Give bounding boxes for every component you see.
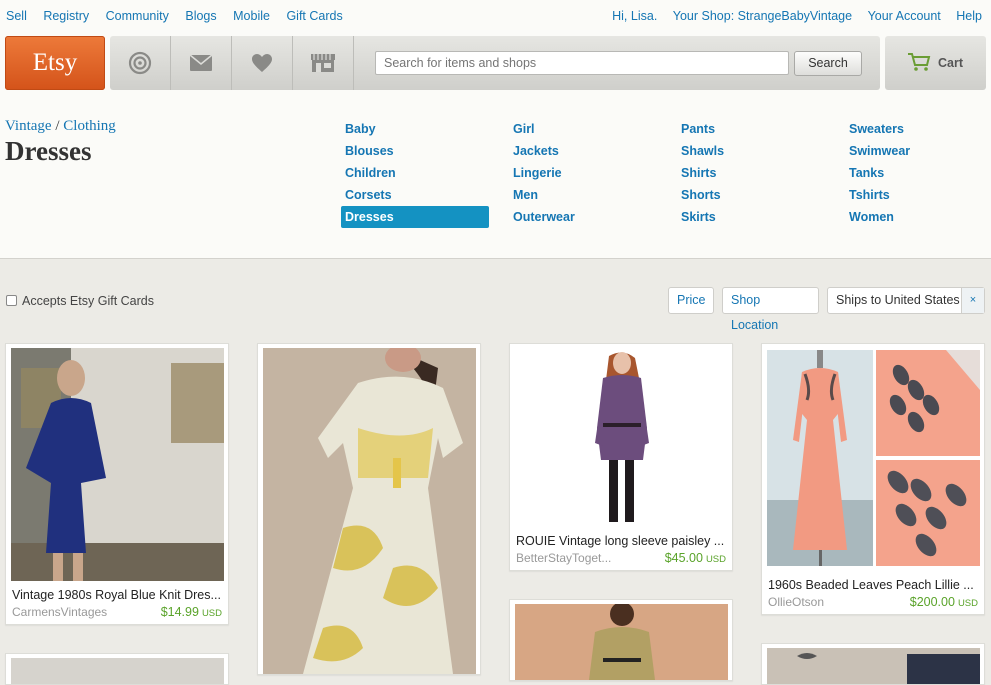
nav-community-link[interactable]: Community	[106, 9, 169, 23]
listing-shop[interactable]: BetterStayToget...	[516, 551, 611, 565]
listing-image[interactable]	[11, 658, 224, 684]
subcat-lingerie[interactable]: Lingerie	[509, 162, 659, 184]
subcat-children[interactable]: Children	[341, 162, 491, 184]
subcat-swimwear[interactable]: Swimwear	[845, 140, 991, 162]
listing-card[interactable]: 1960s Beaded Leaves Peach Lillie ... Oll…	[761, 343, 985, 615]
your-account-link[interactable]: Your Account	[868, 9, 941, 23]
breadcrumb-separator: /	[55, 118, 60, 134]
subcat-women[interactable]: Women	[845, 206, 991, 228]
listing-card[interactable]	[5, 653, 229, 685]
listing-card[interactable]: Vintage 1980s Royal Blue Knit Dres... Ca…	[5, 343, 229, 625]
activity-icon[interactable]	[110, 36, 171, 90]
ships-to-label: Ships to United States	[836, 293, 960, 307]
subcategory-column-1: Baby Blouses Children Corsets Dresses	[341, 118, 491, 228]
gift-card-checkbox[interactable]	[6, 295, 17, 306]
ships-to-filter-tag[interactable]: Ships to United States ×	[827, 287, 985, 314]
listing-image[interactable]	[11, 348, 224, 581]
subcategory-column-2: Girl Jackets Lingerie Men Outerwear	[509, 118, 659, 228]
subcat-tanks[interactable]: Tanks	[845, 162, 991, 184]
search-input[interactable]	[375, 51, 789, 75]
nav-sell-link[interactable]: Sell	[6, 9, 27, 23]
listing-card[interactable]	[509, 599, 733, 681]
search-button[interactable]: Search	[794, 51, 862, 76]
price-filter-button[interactable]: Price	[668, 287, 714, 314]
listing-image[interactable]	[515, 348, 728, 529]
subcat-pants[interactable]: Pants	[677, 118, 827, 140]
listing-card[interactable]: ROUIE Vintage long sleeve paisley ... Be…	[509, 343, 733, 571]
price-currency: USD	[705, 554, 726, 565]
listing-shop[interactable]: OllieOtson	[768, 595, 824, 609]
heart-icon[interactable]	[232, 36, 293, 90]
greeting-text: Hi,	[612, 9, 628, 23]
icon-toolbar: Search	[110, 36, 880, 90]
subcat-sweaters[interactable]: Sweaters	[845, 118, 991, 140]
price-value: $45.00	[664, 551, 703, 565]
listing-price: $45.00 USD	[665, 551, 726, 565]
price-value: $14.99	[160, 605, 199, 619]
subcat-skirts[interactable]: Skirts	[677, 206, 827, 228]
listing-image-main[interactable]	[767, 350, 873, 566]
listing-card[interactable]	[257, 343, 481, 675]
listing-image-detail-2[interactable]	[876, 460, 980, 566]
your-shop-link[interactable]: Your Shop: StrangeBabyVintage	[673, 9, 852, 23]
listing-title[interactable]: Vintage 1980s Royal Blue Knit Dres...	[12, 588, 222, 602]
gift-card-filter[interactable]: Accepts Etsy Gift Cards	[6, 294, 154, 308]
mail-icon[interactable]	[171, 36, 232, 90]
shop-icon[interactable]	[293, 36, 354, 90]
subcat-shirts[interactable]: Shirts	[677, 162, 827, 184]
page-title: Dresses	[5, 136, 92, 166]
listing-price: $14.99 USD	[161, 605, 222, 619]
subcat-jackets[interactable]: Jackets	[509, 140, 659, 162]
cart-label: Cart	[938, 56, 964, 70]
nav-mobile-link[interactable]: Mobile	[233, 9, 270, 23]
header-bar: Etsy Search Cart	[0, 34, 991, 92]
greeting: Hi, Lisa.	[600, 9, 657, 23]
subcat-outerwear[interactable]: Outerwear	[509, 206, 659, 228]
nav-blogs-link[interactable]: Blogs	[185, 9, 216, 23]
breadcrumb-vintage[interactable]: Vintage	[5, 118, 52, 134]
subcategory-column-4: Sweaters Swimwear Tanks Tshirts Women	[845, 118, 991, 228]
shop-location-filter-button[interactable]: Shop Location	[722, 287, 819, 332]
listing-image-detail-1[interactable]	[876, 350, 980, 456]
price-currency: USD	[201, 608, 222, 619]
listing-title[interactable]: 1960s Beaded Leaves Peach Lillie ...	[768, 578, 978, 592]
top-nav-left: Sell Registry Community Blogs Mobile Gif…	[6, 9, 356, 23]
etsy-logo[interactable]: Etsy	[5, 36, 105, 90]
help-link[interactable]: Help	[956, 9, 982, 23]
remove-filter-button[interactable]: ×	[961, 288, 984, 313]
nav-registry-link[interactable]: Registry	[43, 9, 89, 23]
listing-price: $200.00 USD	[910, 595, 978, 609]
subcat-dresses-active[interactable]: Dresses	[341, 206, 489, 228]
subcat-men[interactable]: Men	[509, 184, 659, 206]
subcat-girl[interactable]: Girl	[509, 118, 659, 140]
listing-image[interactable]	[767, 648, 980, 684]
subcat-corsets[interactable]: Corsets	[341, 184, 491, 206]
breadcrumb-clothing[interactable]: Clothing	[63, 118, 116, 134]
price-value: $200.00	[909, 595, 955, 609]
cart-button[interactable]: Cart	[885, 36, 986, 90]
listing-shop[interactable]: CarmensVintages	[12, 605, 107, 619]
price-currency: USD	[957, 598, 978, 609]
subcat-tshirts[interactable]: Tshirts	[845, 184, 991, 206]
cart-icon	[907, 52, 931, 77]
subcat-blouses[interactable]: Blouses	[341, 140, 491, 162]
user-link[interactable]: Lisa.	[631, 9, 657, 23]
subcat-shawls[interactable]: Shawls	[677, 140, 827, 162]
nav-giftcards-link[interactable]: Gift Cards	[286, 9, 342, 23]
breadcrumb: Vintage / Clothing	[5, 118, 116, 135]
listing-card[interactable]	[761, 643, 985, 685]
category-header: Vintage / Clothing Dresses Baby Blouses …	[0, 92, 991, 259]
subcat-shorts[interactable]: Shorts	[677, 184, 827, 206]
subcategory-column-3: Pants Shawls Shirts Shorts Skirts	[677, 118, 827, 228]
listing-title[interactable]: ROUIE Vintage long sleeve paisley ...	[516, 534, 726, 548]
subcat-baby[interactable]: Baby	[341, 118, 491, 140]
top-nav-right: Hi, Lisa. Your Shop: StrangeBabyVintage …	[600, 9, 982, 23]
gift-card-label: Accepts Etsy Gift Cards	[22, 294, 154, 308]
listing-image[interactable]	[515, 604, 728, 680]
top-utility-nav: Sell Registry Community Blogs Mobile Gif…	[0, 0, 991, 34]
listing-image[interactable]	[263, 348, 476, 674]
